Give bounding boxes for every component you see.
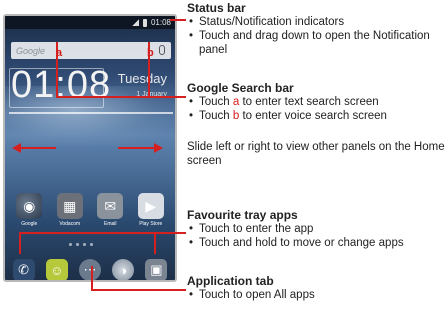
app-tab-heading: Application tab <box>187 274 274 288</box>
swipe-right-arrow-icon <box>154 143 163 153</box>
app-play-store[interactable]: ▶ Play Store <box>132 193 170 227</box>
tray-bracket-right <box>154 232 156 254</box>
vodacom-folder-icon: ▦ <box>56 193 83 219</box>
app-google[interactable]: ◉ Google <box>10 193 48 227</box>
swipe-left-arrow-shaft <box>20 147 56 149</box>
page-dot <box>69 243 72 246</box>
app-email[interactable]: ✉ Email <box>91 193 129 227</box>
page-dot <box>76 243 79 246</box>
marker-a-line <box>56 42 58 98</box>
marker-b-line <box>148 42 150 98</box>
email-icon: ✉ <box>97 193 124 219</box>
app-label: Vodacom <box>59 221 81 227</box>
app-tab-connector-horizontal <box>91 289 186 291</box>
application-tab-icon[interactable]: ⋯ <box>78 259 101 280</box>
microphone-icon[interactable] <box>159 45 165 55</box>
app-tab-list: Touch to open All apps <box>187 288 447 302</box>
swipe-right-arrow-shaft <box>118 147 154 149</box>
signal-icon <box>131 19 139 26</box>
list-item: Touch b to enter voice search screen <box>187 109 447 123</box>
search-bar-list: Touch a to enter text search screen Touc… <box>187 95 447 123</box>
search-bar-annotation: Google Search bar Touch a to enter text … <box>187 81 447 123</box>
browser-icon[interactable]: ◑ <box>112 259 135 280</box>
google-folder-icon: ◉ <box>16 193 43 219</box>
phone-icon[interactable]: ✆ <box>12 259 35 280</box>
text-fragment: Touch <box>199 110 233 122</box>
clock-widget[interactable]: 01:08 <box>11 64 111 107</box>
app-vodacom[interactable]: ▦ Vodacom <box>51 193 89 227</box>
app-label: Play Store <box>139 221 163 227</box>
status-bar-heading: Status bar <box>187 1 246 15</box>
slide-annotation: Slide left or right to view other panels… <box>187 140 447 168</box>
status-bar-list: Status/Notification indicators Touch and… <box>187 15 447 57</box>
tray-connector <box>156 232 186 234</box>
search-bar-heading: Google Search bar <box>187 81 294 95</box>
list-item: Touch a to enter text search screen <box>187 95 447 109</box>
text-fragment: Touch <box>199 96 233 108</box>
widget-divider <box>9 112 173 114</box>
favourite-list: Touch to enter the app Touch and hold to… <box>187 222 447 250</box>
battery-icon <box>142 18 147 27</box>
day-label: Tuesday <box>117 71 167 86</box>
list-item: Touch to open All apps <box>187 288 447 302</box>
app-label: Email <box>103 221 117 227</box>
slide-text: Slide left or right to view other panels… <box>187 141 445 167</box>
list-item: Touch and hold to move or change apps <box>187 236 447 250</box>
text-fragment: to enter voice search screen <box>239 110 387 122</box>
status-time: 01:08 <box>150 18 171 27</box>
page-indicator <box>69 243 93 246</box>
messaging-icon[interactable]: ☺ <box>45 259 68 280</box>
page-dot <box>83 243 86 246</box>
list-item: Touch and drag down to open the Notifica… <box>187 29 447 57</box>
status-bar[interactable]: 01:08 <box>5 16 175 29</box>
list-item: Status/Notification indicators <box>187 15 447 29</box>
favourite-annotation: Favourite tray apps Touch to enter the a… <box>187 208 447 250</box>
play-store-icon: ▶ <box>137 193 164 219</box>
app-label: Google <box>21 221 38 227</box>
status-bar-annotation: Status bar Status/Notification indicator… <box>187 1 447 57</box>
app-tab-connector-vertical <box>91 266 93 291</box>
tray-bracket-left <box>19 232 21 254</box>
page-dot <box>90 243 93 246</box>
tray-bracket-top <box>19 232 156 234</box>
google-logo: Google <box>16 45 46 56</box>
search-connector <box>56 96 186 98</box>
app-tab-annotation: Application tab Touch to open All apps <box>187 274 447 302</box>
status-bar-connector <box>170 19 186 21</box>
swipe-left-arrow-icon <box>12 143 21 153</box>
favourite-tray: ✆ ☺ ⋯ ◑ ▣ <box>5 258 175 280</box>
home-apps: ◉ Google ▦ Vodacom ✉ Email ▶ Play Store <box>5 193 175 227</box>
camera-icon[interactable]: ▣ <box>145 259 168 280</box>
favourite-heading: Favourite tray apps <box>187 208 298 222</box>
list-item: Touch to enter the app <box>187 222 447 236</box>
text-fragment: to enter text search screen <box>239 96 379 108</box>
